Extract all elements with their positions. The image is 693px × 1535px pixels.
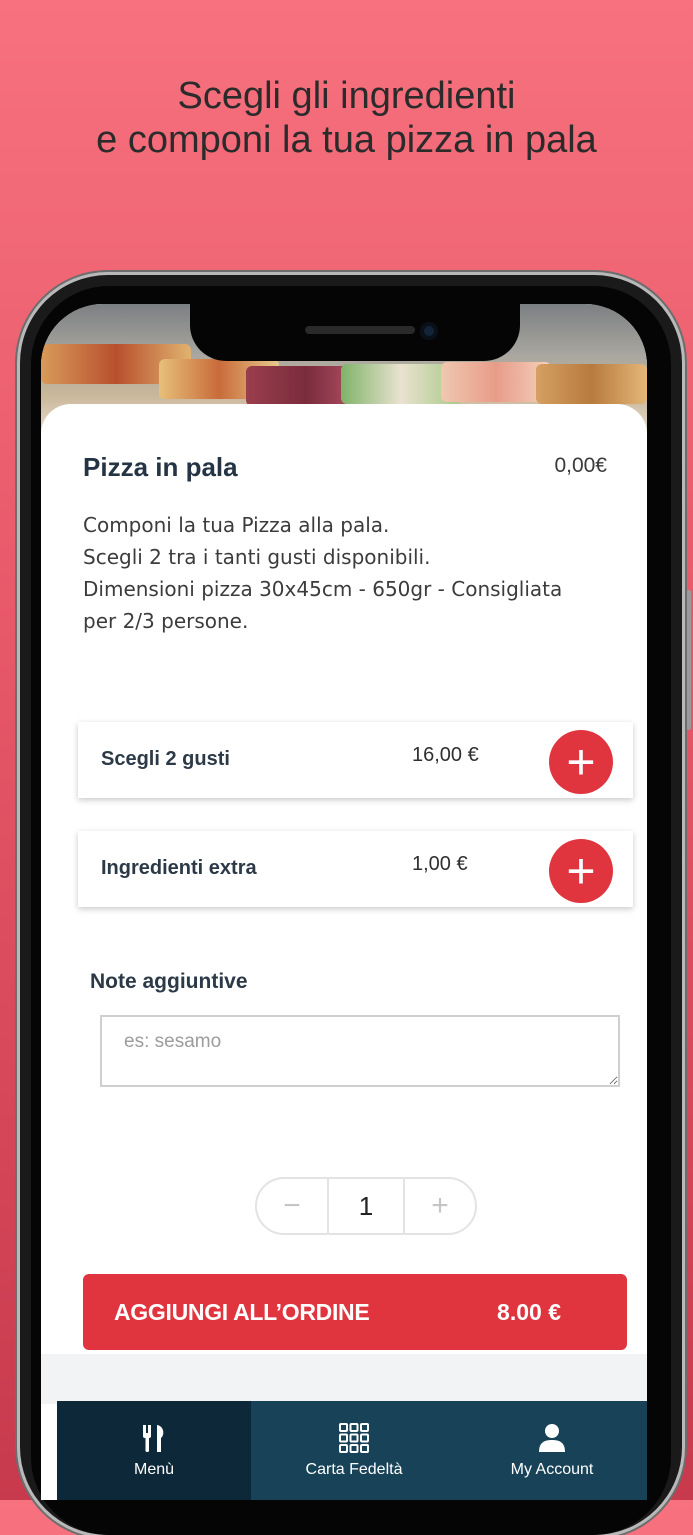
- quantity-decrease-button[interactable]: −: [257, 1179, 327, 1233]
- product-title: Pizza in pala: [83, 452, 238, 482]
- add-flavors-button[interactable]: +: [549, 730, 613, 794]
- description-line: Componi la tua Pizza alla pala.: [83, 513, 390, 537]
- promo-headline: Scegli gli ingredienti e componi la tua …: [0, 74, 693, 162]
- option-price: 16,00 €: [412, 744, 479, 766]
- quantity-stepper: − 1 +: [255, 1177, 477, 1235]
- user-icon: [457, 1421, 647, 1455]
- add-to-order-label: AGGIUNGI ALL’ORDINE: [114, 1299, 370, 1325]
- option-price: 1,00 €: [412, 853, 468, 875]
- add-to-order-button[interactable]: AGGIUNGI ALL’ORDINE 8.00 €: [83, 1274, 627, 1350]
- notes-label: Note aggiuntive: [90, 970, 248, 993]
- phone-camera: [420, 322, 438, 340]
- tab-label: Menù: [133, 1461, 175, 1478]
- promo-line-1: Scegli gli ingredienti: [177, 75, 516, 117]
- bottom-tab-bar: Menù Carta Fedeltà My Account: [57, 1401, 647, 1500]
- notes-input[interactable]: [100, 1015, 620, 1087]
- option-label: Scegli 2 gusti: [101, 748, 230, 770]
- add-extra-ingredients-button[interactable]: +: [549, 839, 613, 903]
- order-total: 8.00 €: [497, 1299, 561, 1325]
- option-choose-flavors[interactable]: Scegli 2 gusti 16,00 € +: [78, 722, 633, 798]
- tab-loyalty-card[interactable]: Carta Fedeltà: [251, 1401, 457, 1500]
- tab-label: My Account: [510, 1461, 594, 1478]
- tab-menu[interactable]: Menù: [57, 1401, 251, 1500]
- promo-line-2: e componi la tua pizza in pala: [96, 119, 597, 161]
- bottom-spacer: [41, 1354, 647, 1404]
- phone-power-button: [687, 590, 691, 730]
- grid-icon: [251, 1421, 457, 1455]
- tab-my-account[interactable]: My Account: [457, 1401, 647, 1500]
- quantity-increase-button[interactable]: +: [405, 1179, 475, 1233]
- tab-label: Carta Fedeltà: [305, 1461, 403, 1478]
- quantity-value: 1: [327, 1179, 405, 1233]
- option-label: Ingredienti extra: [101, 857, 257, 879]
- app-screen: Pizza in pala 0,00€ Componi la tua Pizza…: [41, 304, 647, 1500]
- description-line: per 2/3 persone.: [83, 609, 249, 633]
- description-line: Scegli 2 tra i tanti gusti disponibili.: [83, 545, 431, 569]
- phone-speaker: [305, 326, 415, 334]
- description-line: Dimensioni pizza 30x45cm - 650gr - Consi…: [83, 577, 563, 601]
- cutlery-icon: [57, 1421, 251, 1455]
- product-price: 0,00€: [554, 454, 607, 477]
- product-description: Componi la tua Pizza alla pala. Scegli 2…: [83, 509, 603, 637]
- option-extra-ingredients[interactable]: Ingredienti extra 1,00 € +: [78, 831, 633, 907]
